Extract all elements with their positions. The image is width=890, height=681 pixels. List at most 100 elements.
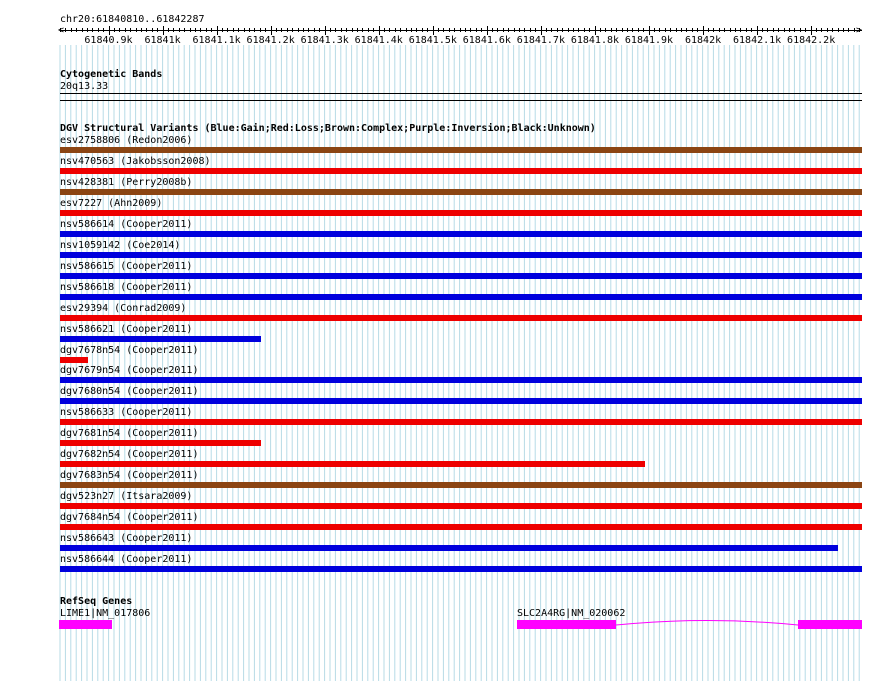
ruler-minor-tick [551,28,553,32]
ruler-minor-tick [621,28,623,32]
ruler-minor-tick [605,28,607,32]
sv-label[interactable]: nsv586614 (Cooper2011) [60,219,192,230]
sv-bar-loss[interactable] [60,524,862,531]
sv-bar-loss[interactable] [60,461,645,468]
sv-label[interactable]: esv2758806 (Redon2006) [60,135,192,146]
ruler-minor-tick [556,28,558,32]
gene-label-slc2a4rg[interactable]: SLC2A4RG|NM_020062 [517,608,625,619]
ruler-minor-tick [222,28,223,32]
sv-label[interactable]: nsv586644 (Cooper2011) [60,554,192,565]
ruler-tick-label: 61841.8k [570,35,620,46]
sv-bar-complex[interactable] [60,147,862,153]
ruler-minor-tick [114,28,115,32]
sv-bar-gain[interactable] [60,377,862,384]
ruler-minor-tick [303,28,304,32]
ruler-minor-tick [540,28,542,32]
ruler-minor-tick [600,28,601,32]
sv-label[interactable]: nsv586621 (Cooper2011) [60,324,192,335]
ruler-minor-tick [724,28,726,32]
sv-bar-gain[interactable] [60,398,862,405]
sv-bar-gain[interactable] [60,335,261,342]
location-label: chr20:61840810..61842287 [60,14,205,25]
sv-bar-loss[interactable] [60,167,862,174]
ruler-minor-tick [205,28,207,32]
ruler-minor-tick [578,28,580,32]
sv-label[interactable]: dgv7684n54 (Cooper2011) [60,512,198,523]
sv-bar-loss[interactable] [60,209,862,216]
ruler-minor-tick [389,28,391,32]
ruler-minor-tick [486,28,488,32]
sv-label[interactable]: dgv7680n54 (Cooper2011) [60,386,198,397]
ruler-minor-tick [421,28,423,32]
gene-slc2a4rg-exon-2[interactable] [798,620,862,629]
ruler-minor-tick [238,28,240,32]
ruler-minor-tick [837,28,839,32]
ruler-minor-tick [481,28,483,32]
sv-label[interactable]: nsv470563 (Jakobsson2008) [60,156,211,167]
sv-label[interactable]: dgv7678n54 (Cooper2011) [60,345,198,356]
sv-label[interactable]: nsv428381 (Perry2008b) [60,177,192,188]
ruler-minor-tick [373,28,375,32]
sv-label[interactable]: nsv586615 (Cooper2011) [60,261,192,272]
sv-label[interactable]: dgv7681n54 (Cooper2011) [60,428,198,439]
sv-label[interactable]: nsv586643 (Cooper2011) [60,533,192,544]
ruler-minor-tick [524,28,526,32]
cytoband-track-title: Cytogenetic Bands [60,69,163,80]
sv-label[interactable]: esv29394 (Conrad2009) [60,303,186,314]
refseq-track-title: RefSeq Genes [60,596,133,607]
sv-bar-gain[interactable] [60,566,862,572]
sv-label[interactable]: esv7227 (Ahn2009) [60,198,162,209]
ruler-minor-tick [367,28,369,32]
ruler-minor-tick [459,28,461,32]
ruler-minor-tick [492,28,493,32]
sv-bar-gain[interactable] [60,272,862,279]
sv-bar-loss[interactable] [60,356,89,363]
ruler-minor-tick [178,28,180,32]
sv-label[interactable]: dgv523n27 (Itsara2009) [60,491,192,502]
ruler-minor-tick [686,28,688,32]
sv-label[interactable]: nsv586618 (Cooper2011) [60,282,192,293]
ruler-tick-label: 61842.2k [787,35,836,46]
sv-label[interactable]: nsv1059142 (Coe2014) [60,240,180,251]
gene-slc2a4rg-exon-1[interactable] [517,620,616,629]
ruler-minor-tick [529,28,531,32]
sv-bar-loss[interactable] [60,503,862,510]
sv-label[interactable]: dgv7679n54 (Cooper2011) [60,365,198,376]
sv-bar-complex[interactable] [60,482,862,489]
position-ruler[interactable] [60,30,862,31]
sv-bar-loss[interactable] [60,314,862,321]
ruler-minor-tick [195,28,196,32]
ruler-minor-tick [216,28,218,32]
sv-bar-gain[interactable] [60,545,838,552]
ruler-minor-tick [259,28,261,32]
ruler-minor-tick [632,28,634,32]
ruler-minor-tick [643,28,645,32]
sv-bar-gain[interactable] [60,293,862,300]
ruler-minor-tick [173,28,175,32]
ruler-minor-tick [378,28,380,32]
ruler-tick-label: 61840.9k [84,35,133,46]
ruler-tick-label: 61841.1k [192,35,241,46]
sv-bar-gain[interactable] [60,230,862,237]
sv-bar-loss[interactable] [60,440,261,447]
ruler-minor-tick [627,28,628,32]
ruler-minor-tick [157,28,159,32]
ruler-minor-tick [448,28,450,32]
ruler-minor-tick [211,28,213,32]
sv-bar-gain[interactable] [60,251,862,258]
ruler-minor-tick [297,28,299,32]
sv-bar-complex[interactable] [60,188,862,195]
sv-label[interactable]: dgv7682n54 (Cooper2011) [60,449,198,460]
ruler-minor-tick [853,28,855,32]
gene-label-lime1[interactable]: LIME1|NM_017806 [60,608,150,619]
ruler-minor-tick [470,28,472,32]
ruler-minor-tick [697,28,699,32]
gene-lime1-exon[interactable] [59,620,112,629]
ruler-minor-tick [394,28,396,32]
sv-bar-loss[interactable] [60,419,862,426]
ruler-minor-tick [141,28,142,32]
sv-label[interactable]: nsv586633 (Cooper2011) [60,407,192,418]
sv-label[interactable]: dgv7683n54 (Cooper2011) [60,470,198,481]
ruler-minor-tick [562,28,564,32]
ruler-minor-tick [497,28,499,32]
